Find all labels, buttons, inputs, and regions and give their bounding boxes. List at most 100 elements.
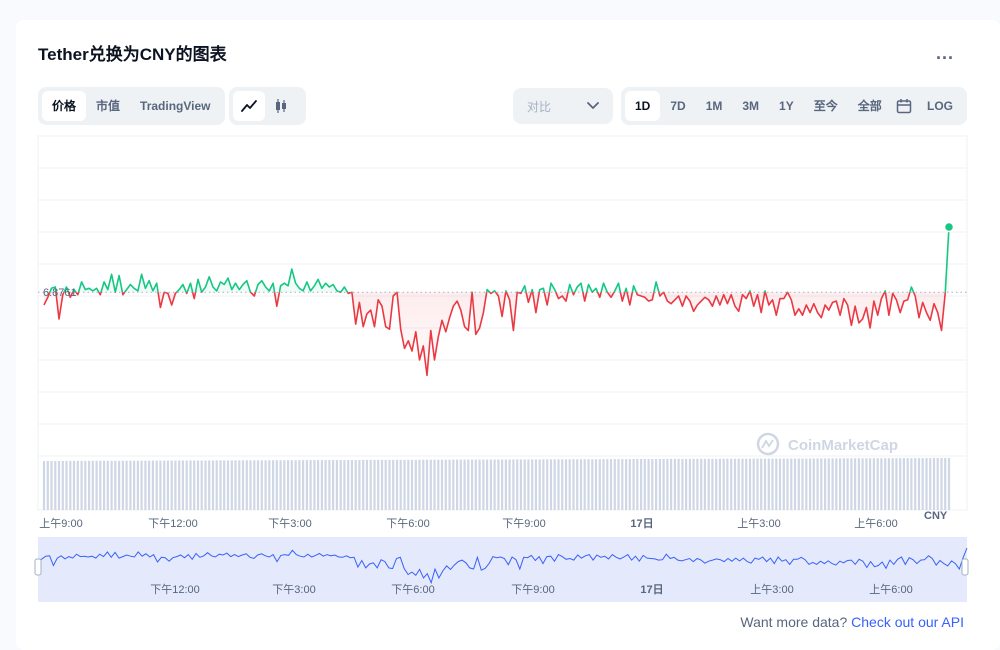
- volume-bar: [763, 458, 767, 510]
- volume-bar: [895, 458, 898, 510]
- volume-bar: [790, 458, 793, 510]
- api-link[interactable]: Check out our API: [851, 614, 964, 630]
- volume-bar: [268, 460, 271, 510]
- volume-bar: [636, 459, 639, 510]
- volume-bar: [151, 460, 154, 510]
- volume-bar: [681, 458, 684, 510]
- volume-bar: [328, 460, 331, 510]
- navigator-right-handle[interactable]: [961, 558, 969, 576]
- volume-bar: [148, 460, 151, 510]
- volume-bar: [444, 459, 447, 510]
- navigator-tick-label: 下午6:00: [391, 583, 434, 596]
- volume-bar: [602, 459, 605, 510]
- price-chart[interactable]: CoinMarketCap 6.8761 上午9:00 下午12:00 下午3:00…: [0, 0, 1000, 650]
- volume-bar: [110, 460, 113, 510]
- range-navigator[interactable]: 下午12:00 下午3:00 下午6:00 下午9:00 17日 上午3:00 上午6:00: [34, 537, 969, 602]
- volume-bar: [812, 458, 815, 510]
- x-tick-label: 下午3:00: [268, 517, 311, 530]
- volume-bar: [760, 458, 763, 510]
- volume-bar: [899, 458, 902, 510]
- volume-bar: [305, 460, 308, 510]
- volume-bar: [369, 459, 372, 510]
- navigator-tick-label: 下午3:00: [272, 583, 315, 596]
- volume-bar: [583, 459, 586, 510]
- volume-bar: [459, 459, 462, 510]
- volume-bar: [917, 458, 921, 510]
- volume-bar: [527, 459, 530, 510]
- x-tick-label: 上午9:00: [39, 517, 82, 530]
- volume-bar: [388, 459, 391, 510]
- volume-bar: [159, 460, 162, 510]
- volume-bar: [166, 460, 169, 510]
- volume-bar: [478, 459, 481, 510]
- volume-bar: [718, 458, 721, 510]
- volume-bar: [493, 459, 496, 510]
- volume-bar: [512, 459, 515, 510]
- volume-bar: [925, 458, 928, 510]
- volume-bar: [241, 460, 245, 510]
- volume-bar: [249, 460, 252, 510]
- volume-bar: [362, 459, 365, 510]
- volume-bar: [219, 460, 222, 510]
- volume-bar: [365, 459, 368, 510]
- volume-bar: [662, 458, 665, 510]
- last-price-marker: [943, 221, 955, 233]
- volume-bar: [335, 460, 338, 510]
- volume-bar: [782, 458, 785, 510]
- volume-bar: [287, 460, 290, 510]
- volume-bar: [647, 459, 650, 510]
- volume-bar: [632, 459, 635, 510]
- volume-bar: [253, 460, 256, 510]
- volume-bar: [467, 459, 470, 510]
- volume-bar: [542, 459, 545, 510]
- volume-bar: [553, 459, 556, 510]
- volume-bar: [831, 458, 834, 510]
- volume-bar: [140, 460, 143, 510]
- volume-bars: [42, 458, 951, 510]
- volume-bar: [591, 459, 594, 510]
- volume-bar: [125, 460, 128, 510]
- volume-bar: [827, 458, 830, 510]
- volume-bar: [497, 459, 500, 510]
- volume-bar: [715, 458, 718, 510]
- volume-bar: [95, 460, 98, 510]
- volume-bar: [377, 459, 380, 510]
- volume-bar: [617, 459, 620, 510]
- currency-label: CNY: [924, 510, 948, 522]
- volume-bar: [700, 458, 703, 510]
- volume-bar: [651, 459, 654, 510]
- volume-bar: [854, 458, 857, 510]
- volume-bar: [440, 459, 444, 510]
- volume-bar: [275, 460, 278, 510]
- volume-bar: [399, 459, 402, 510]
- volume-bar: [350, 460, 353, 510]
- volume-bar: [245, 460, 248, 510]
- volume-bar: [380, 459, 384, 510]
- area-below-reference: [44, 292, 946, 376]
- x-tick-label: 17日: [630, 517, 653, 530]
- volume-bar: [384, 459, 387, 510]
- navigator-tick-label: 上午3:00: [750, 583, 793, 596]
- volume-bar: [185, 460, 188, 510]
- volume-bar: [504, 459, 507, 510]
- volume-bar: [640, 459, 643, 510]
- volume-bar: [437, 459, 440, 510]
- volume-bar: [50, 461, 53, 510]
- navigator-left-handle[interactable]: [34, 558, 42, 576]
- volume-bar: [748, 458, 752, 510]
- volume-bar: [433, 459, 436, 510]
- navigator-tick-label: 上午6:00: [869, 583, 912, 596]
- volume-bar: [621, 459, 624, 510]
- volume-bar: [76, 460, 79, 510]
- volume-bar: [474, 459, 477, 510]
- volume-bar: [178, 460, 181, 510]
- volume-bar: [208, 460, 211, 510]
- volume-bar: [99, 460, 102, 510]
- volume-bar: [726, 458, 729, 510]
- x-axis-labels: 上午9:00 下午12:00 下午3:00 下午6:00 下午9:00 17日 上午3:00…: [39, 517, 897, 530]
- volume-bar: [516, 459, 519, 510]
- volume-bar: [155, 460, 158, 510]
- volume-bar: [283, 460, 286, 510]
- volume-bar: [733, 458, 737, 510]
- volume-bar: [884, 458, 887, 510]
